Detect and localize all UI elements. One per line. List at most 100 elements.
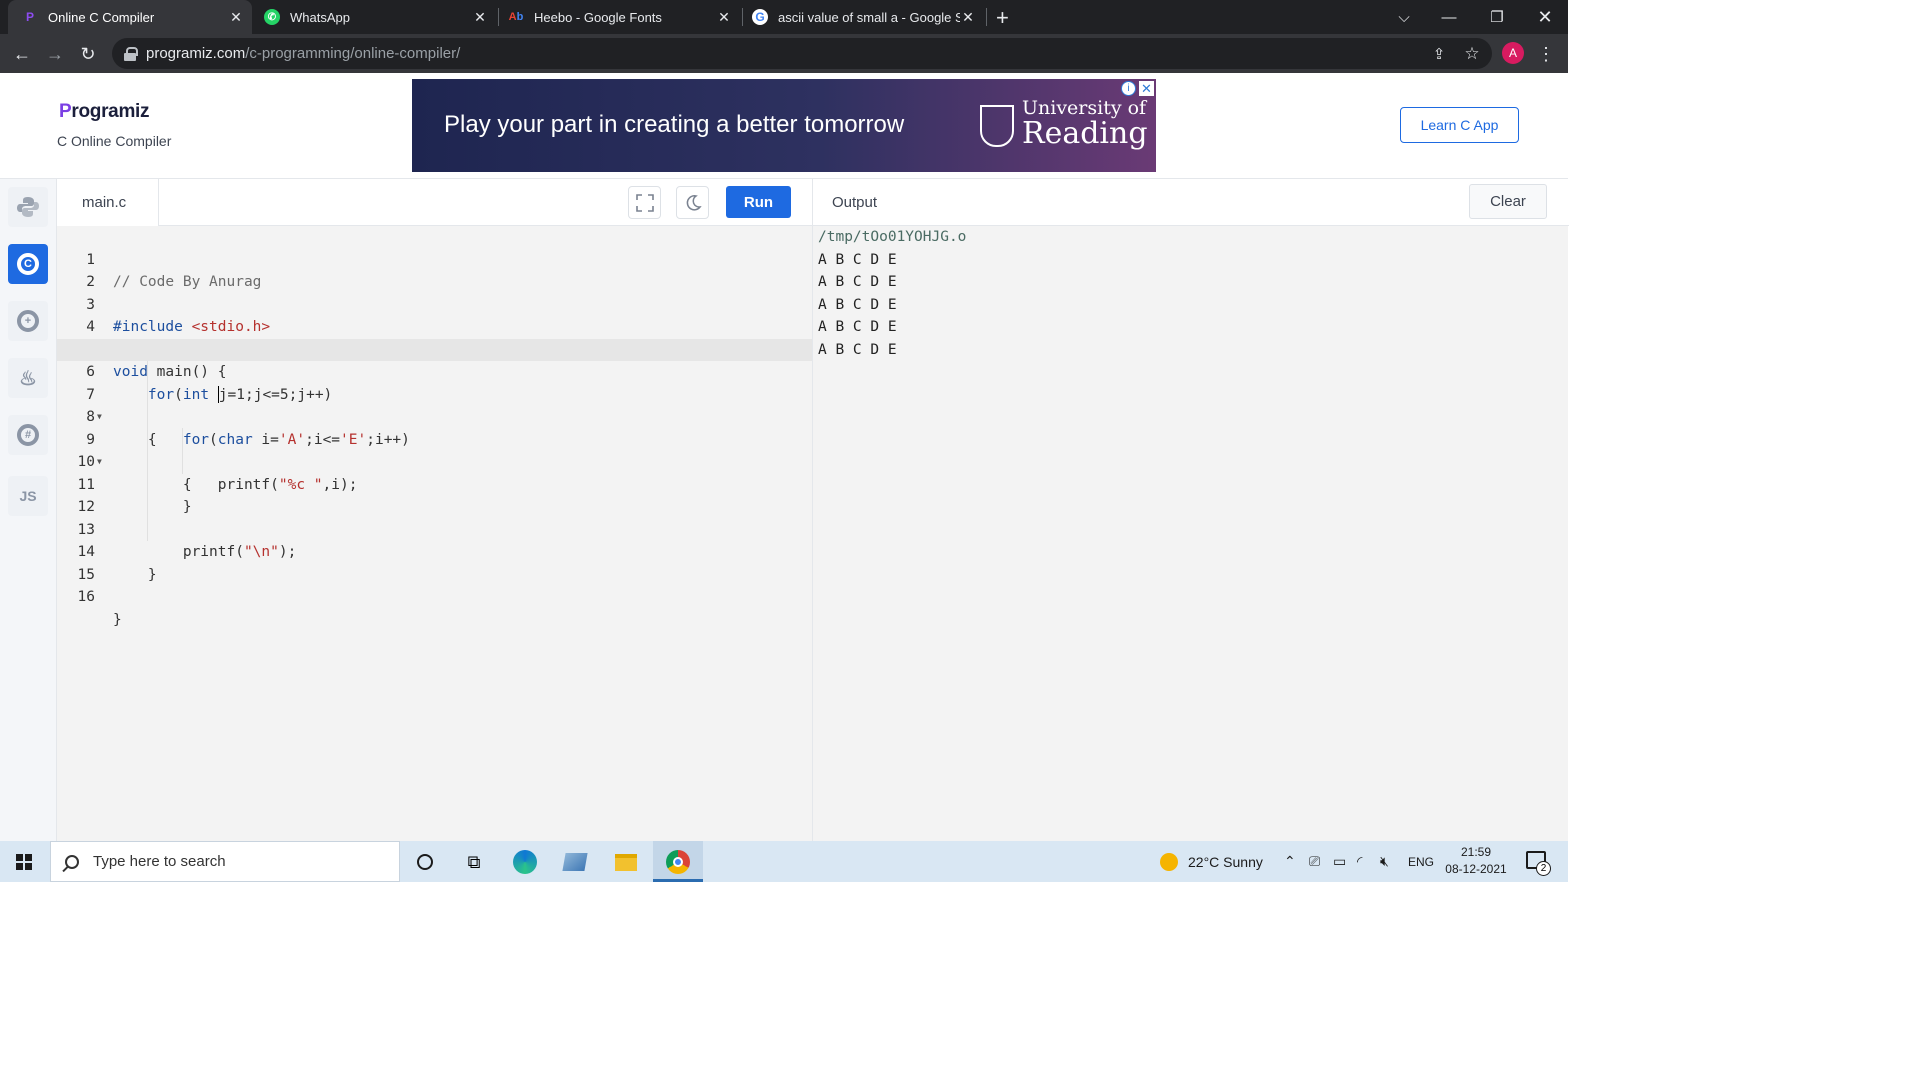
output-line: A B C D E <box>818 274 897 290</box>
c-icon[interactable]: C <box>8 244 48 284</box>
output-line: A B C D E <box>818 341 897 358</box>
code-line: 9 ▼ { <box>86 431 192 493</box>
bookmark-star-icon[interactable]: ☆ <box>1460 42 1484 66</box>
back-icon[interactable]: ← <box>10 42 34 66</box>
output-toolbar: Output Clear <box>813 179 1569 226</box>
browser-tab-google-search[interactable]: G ascii value of small a - Google Se ✕ <box>744 0 984 34</box>
ad-brand-line2: Reading <box>1022 116 1148 151</box>
url-path: /c-programming/online-compiler/ <box>245 45 461 62</box>
advertisement-banner[interactable]: Play your part in creating a better tomo… <box>412 79 1156 172</box>
code-line: 2 <box>86 274 95 290</box>
programiz-icon: P <box>25 10 34 24</box>
python-icon[interactable] <box>8 187 48 227</box>
code-line: 12 <box>77 499 95 515</box>
tab-search-chevron-icon[interactable]: ⌵ <box>1381 0 1427 34</box>
profile-avatar[interactable]: A <box>1502 42 1524 64</box>
minimize-icon[interactable]: — <box>1426 0 1472 34</box>
browser-tab-heebo-google-fonts[interactable]: Ab Heebo - Google Fonts ✕ <box>500 0 740 34</box>
new-tab-icon[interactable]: + <box>996 5 1009 31</box>
notification-count-badge: 2 <box>1536 861 1551 876</box>
share-icon[interactable]: ⇪ <box>1427 42 1451 66</box>
clear-button[interactable]: Clear <box>1469 184 1547 219</box>
close-tab-icon[interactable]: ✕ <box>228 9 244 26</box>
chrome-icon[interactable] <box>665 849 691 875</box>
reload-icon[interactable]: ↻ <box>76 42 100 66</box>
battery-icon[interactable]: ▭ <box>1333 841 1346 882</box>
fullscreen-icon[interactable] <box>628 186 661 219</box>
code-line: 3 #include <stdio.h> <box>86 296 271 336</box>
search-icon <box>65 854 79 869</box>
output-line: /tmp/tOo01YOHJG.o <box>818 229 967 245</box>
output-title: Output <box>832 194 878 211</box>
tab-separator <box>742 8 743 26</box>
taskbar-clock[interactable]: 21:59 08-12-2021 <box>1440 844 1512 878</box>
forward-icon[interactable]: → <box>43 42 67 66</box>
close-tab-icon[interactable]: ✕ <box>960 9 976 26</box>
meet-now-icon[interactable]: ⎚ <box>1309 841 1320 882</box>
learn-c-app-button[interactable]: Learn C App <box>1400 107 1519 143</box>
weather-text: 22°C Sunny <box>1188 853 1263 870</box>
output-pane: Output Clear /tmp/tOo01YOHJG.o A B C D E A… <box>812 179 1569 841</box>
close-tab-icon[interactable]: ✕ <box>716 9 732 26</box>
tab-title: Online C Compiler <box>48 9 155 25</box>
clock-date: 08-12-2021 <box>1445 862 1507 876</box>
code-line: 7 ▼ { <box>86 386 157 448</box>
close-window-icon[interactable]: ✕ <box>1522 0 1568 34</box>
cpp-icon[interactable]: + <box>8 301 48 341</box>
lock-icon[interactable] <box>124 46 138 61</box>
browser-toolbar: ← → ↻ programiz.com /c-programming/onlin… <box>0 34 1568 73</box>
java-icon[interactable]: ♨ <box>8 358 48 398</box>
university-crest-icon <box>980 105 1014 147</box>
google-fonts-icon: Ab <box>508 11 524 23</box>
google-icon: G <box>752 9 768 25</box>
url-host: programiz.com <box>146 45 246 62</box>
address-bar[interactable]: programiz.com /c-programming/online-comp… <box>112 38 1492 69</box>
browser-menu-icon[interactable]: ⋮ <box>1534 42 1558 66</box>
js-icon[interactable]: JS <box>8 476 48 516</box>
cortana-icon[interactable] <box>412 849 438 875</box>
windows-start-icon[interactable] <box>16 854 32 870</box>
restore-icon[interactable]: ❐ <box>1474 0 1520 34</box>
wifi-icon[interactable]: ◜ <box>1357 841 1362 882</box>
code-line: 8 for(char i='A';i<='E';i++) <box>86 409 410 448</box>
run-button[interactable]: Run <box>726 186 791 218</box>
weather-widget[interactable]: 22°C Sunny <box>1160 841 1263 882</box>
browser-tab-whatsapp[interactable]: ✆ WhatsApp ✕ <box>256 0 496 34</box>
taskbar-search-box[interactable]: Type here to search <box>50 841 400 882</box>
output-line: A B C D E <box>818 296 897 313</box>
code-line: 15 <box>77 566 95 583</box>
browser-tab-strip: P Online C Compiler ✕ ✆ WhatsApp ✕ Ab He… <box>0 0 1568 34</box>
clock-time: 21:59 <box>1460 845 1492 859</box>
edge-browser-icon[interactable] <box>512 849 538 875</box>
csharp-icon[interactable]: # <box>8 415 48 455</box>
show-hidden-icons-chevron-icon[interactable]: ⌃ <box>1284 841 1296 882</box>
editor-toolbar: main.c Run <box>57 179 812 226</box>
ad-info-icon[interactable]: i <box>1121 81 1136 96</box>
code-editor-pane: main.c Run 1 // Code By Anurag 2 3 #incl… <box>57 179 812 841</box>
ad-close-icon[interactable]: ✕ <box>1139 81 1154 96</box>
dark-mode-moon-icon[interactable] <box>676 186 709 219</box>
app-icon[interactable] <box>562 849 588 875</box>
code-area[interactable]: 1 // Code By Anurag 2 3 #include <stdio.… <box>57 226 812 628</box>
page-subtitle: C Online Compiler <box>57 133 172 149</box>
programiz-logo[interactable]: Programiz <box>59 101 150 123</box>
ad-headline: Play your part in creating a better tomo… <box>444 111 905 138</box>
input-language[interactable]: ENG <box>1408 841 1434 882</box>
language-sidebar: C + ♨ # JS <box>0 179 57 841</box>
browser-tab-online-c-compiler[interactable]: P Online C Compiler ✕ <box>8 0 252 34</box>
output-line: A B C D E <box>818 251 897 268</box>
code-line-active: 6 for(int j=1;j<=5;j++) <box>57 338 812 403</box>
file-tab-main-c[interactable]: main.c <box>57 179 159 226</box>
code-line: 11 } <box>77 476 192 516</box>
site-header: Programiz C Online Compiler Play your pa… <box>0 73 1568 179</box>
output-console[interactable]: /tmp/tOo01YOHJG.o A B C D E A B C D E A B C… <box>818 226 966 361</box>
tab-title: ascii value of small a - Google Se <box>778 9 960 25</box>
file-explorer-icon[interactable] <box>613 849 639 875</box>
code-line: 1 // Code By Anurag <box>86 251 262 291</box>
task-view-icon[interactable]: ⧉ <box>461 849 487 875</box>
code-line: 16 } <box>77 589 122 628</box>
speaker-muted-icon[interactable]: 🔇︎ <box>1380 841 1389 882</box>
code-line: 5 <box>57 316 812 358</box>
close-tab-icon[interactable]: ✕ <box>472 9 488 26</box>
search-placeholder: Type here to search <box>93 853 226 870</box>
